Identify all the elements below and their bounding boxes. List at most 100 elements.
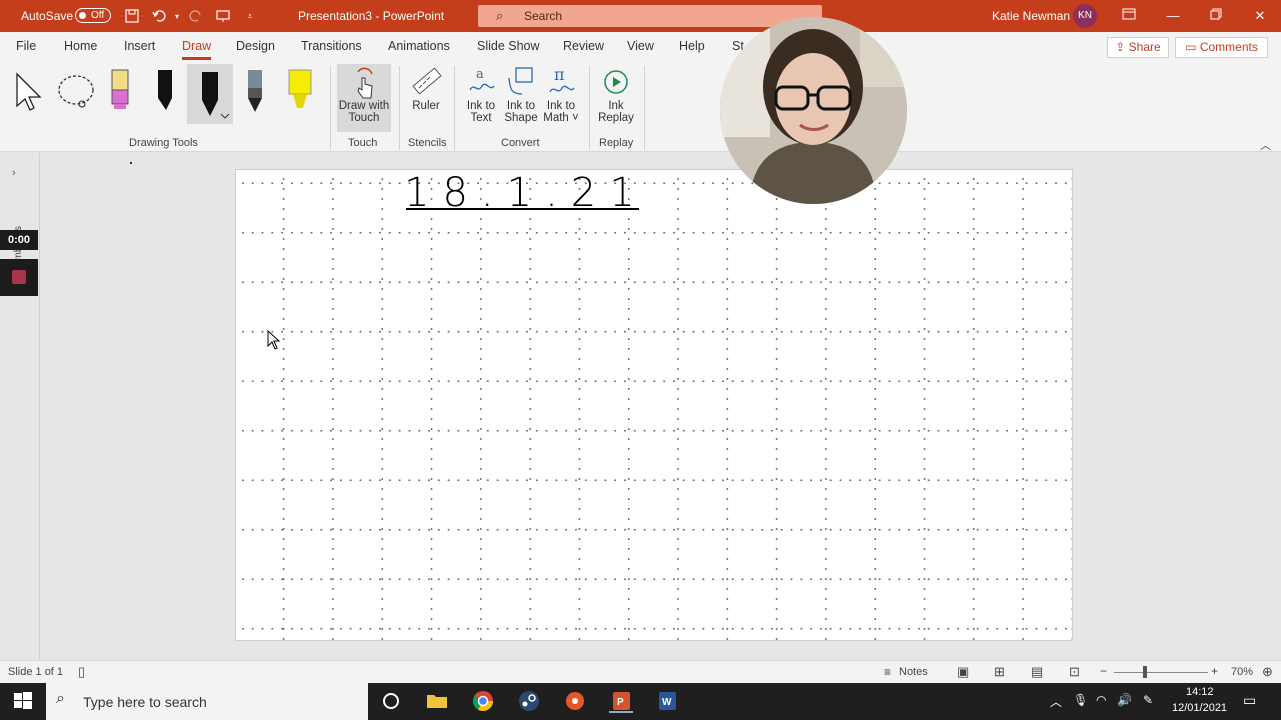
comments-button[interactable]: ▭ Comments — [1175, 37, 1268, 58]
black-pen-icon — [158, 70, 172, 110]
tab-slide-show[interactable]: Slide Show — [477, 39, 540, 53]
windows-start-icon[interactable] — [11, 689, 35, 713]
ink-replay-button[interactable]: Ink Replay — [596, 64, 636, 124]
pen-workspace-icon[interactable]: ✎ — [1143, 693, 1153, 707]
user-name[interactable]: Katie Newman — [992, 9, 1070, 23]
ink-to-shape-button[interactable]: Ink to Shape — [502, 64, 540, 124]
record-button[interactable] — [0, 259, 38, 296]
ink-to-math-label-1: Ink to — [546, 100, 576, 112]
restore-icon[interactable] — [1206, 6, 1226, 26]
ribbon-separator — [644, 66, 645, 150]
notifications-icon[interactable]: ▭ — [1243, 692, 1256, 709]
wifi-icon[interactable]: ◠ — [1096, 693, 1106, 707]
pencil-button[interactable] — [238, 64, 272, 118]
fit-to-window-icon[interactable]: ⊕ — [1262, 664, 1273, 680]
volume-icon[interactable]: 🔊 — [1117, 693, 1132, 707]
notes-button[interactable]: Notes — [899, 666, 928, 678]
ink-to-text-icon: a — [469, 67, 495, 91]
save-icon[interactable] — [123, 7, 141, 25]
slide-counter: Slide 1 of 1 — [8, 666, 64, 678]
tab-draw[interactable]: Draw — [182, 39, 212, 60]
highlighter-yellow-button[interactable] — [283, 64, 317, 118]
handwritten-underline[interactable] — [406, 208, 639, 210]
stray-dot — [130, 162, 132, 164]
taskbar-date[interactable]: 12/01/2021 — [1172, 702, 1227, 714]
tab-file[interactable]: File — [16, 39, 36, 53]
ink-to-text-button[interactable]: a Ink to Text — [461, 64, 501, 124]
slide-canvas[interactable]: 18.1.21 — [235, 169, 1073, 641]
tab-animations[interactable]: Animations — [388, 39, 450, 53]
zoom-level[interactable]: 70% — [1231, 666, 1253, 678]
minimize-icon[interactable]: — — [1163, 6, 1183, 26]
recording-timer: 0:00 — [0, 230, 38, 250]
customize-qat-icon[interactable]: ⩡ — [241, 7, 259, 25]
search-box[interactable]: ⌕ Search — [478, 5, 822, 27]
undo-icon[interactable] — [150, 7, 168, 25]
word-taskbar-icon[interactable]: W — [655, 689, 679, 713]
ink-to-text-label-2: Text — [470, 112, 492, 124]
pen-black-button[interactable] — [149, 64, 183, 118]
pink-pen-icon — [111, 69, 129, 109]
undo-dropdown-icon[interactable]: ▾ — [168, 7, 186, 25]
notes-icon[interactable]: ≡ — [884, 665, 891, 679]
file-explorer-icon[interactable] — [425, 689, 449, 713]
ribbon-display-options-icon[interactable] — [1119, 6, 1139, 26]
taskbar-time[interactable]: 14:12 — [1186, 686, 1214, 698]
tab-help[interactable]: Help — [679, 39, 705, 53]
tab-review[interactable]: Review — [563, 39, 604, 53]
collapse-ribbon-icon[interactable]: ︿ — [1260, 137, 1271, 153]
lasso-icon — [58, 75, 94, 108]
taskbar-search[interactable]: ⌕ Type here to search — [46, 683, 368, 720]
slide-sorter-icon[interactable]: ⊞ — [994, 664, 1005, 680]
group-label-stencils: Stencils — [408, 137, 447, 149]
microphone-icon[interactable]: 🎙 — [1073, 693, 1088, 707]
ribbon-separator — [330, 66, 331, 150]
svg-text:P: P — [617, 697, 624, 708]
orange-app-icon[interactable] — [563, 689, 587, 713]
redo-icon[interactable] — [187, 7, 205, 25]
steam-icon[interactable] — [517, 689, 541, 713]
tab-insert[interactable]: Insert — [124, 39, 155, 53]
slideshow-view-icon[interactable]: ⊡ — [1069, 664, 1080, 680]
lasso-select-button[interactable] — [56, 64, 98, 118]
accessibility-icon[interactable]: ▯ — [78, 664, 85, 680]
reading-view-icon[interactable]: ▤ — [1031, 664, 1043, 680]
autosave-label: AutoSave — [21, 9, 74, 23]
zoom-out-icon[interactable]: − — [1100, 664, 1107, 678]
pi-icon: π — [549, 65, 575, 93]
cortana-icon[interactable] — [379, 689, 403, 713]
chrome-icon[interactable] — [471, 689, 495, 713]
group-label-convert: Convert — [501, 137, 540, 149]
draw-with-touch-button[interactable]: Draw with Touch — [337, 64, 391, 132]
zoom-slider-thumb[interactable] — [1143, 666, 1147, 678]
group-label-replay: Replay — [599, 137, 634, 149]
autosave-toggle[interactable]: Off — [75, 8, 111, 23]
show-hidden-icons[interactable]: ︿ — [1050, 693, 1062, 710]
yellow-highlighter-icon — [288, 69, 312, 108]
search-placeholder: Search — [524, 9, 563, 23]
avatar[interactable]: KN — [1073, 4, 1097, 28]
draw-with-touch-label-2: Touch — [348, 112, 380, 124]
share-icon: ⇪ — [1115, 40, 1129, 54]
toggle-knob — [79, 12, 86, 19]
pen-pink-button[interactable] — [104, 64, 138, 118]
tab-view[interactable]: View — [627, 39, 654, 53]
tab-design[interactable]: Design — [236, 39, 275, 53]
powerpoint-taskbar-icon[interactable]: P — [609, 689, 633, 713]
present-icon[interactable] — [214, 7, 232, 25]
ink-to-math-button[interactable]: π Ink to Math ˅ — [541, 64, 581, 124]
search-icon: ⌕ — [56, 690, 65, 707]
ruler-button[interactable]: Ruler — [405, 64, 447, 112]
normal-view-icon[interactable]: ▣ — [957, 664, 969, 680]
zoom-in-icon[interactable]: + — [1211, 664, 1218, 678]
zoom-slider[interactable] — [1114, 672, 1208, 673]
select-tool-button[interactable] — [12, 64, 46, 118]
webcam-overlay — [720, 17, 907, 204]
pen-selected-button[interactable] — [187, 64, 233, 124]
tab-transitions[interactable]: Transitions — [301, 39, 362, 53]
share-button[interactable]: ⇪ Share — [1107, 37, 1169, 58]
comment-icon: ▭ — [1185, 40, 1200, 54]
close-icon[interactable]: ✕ — [1250, 6, 1270, 26]
tab-home[interactable]: Home — [64, 39, 97, 53]
expand-thumbnails-icon[interactable]: › — [12, 167, 16, 179]
